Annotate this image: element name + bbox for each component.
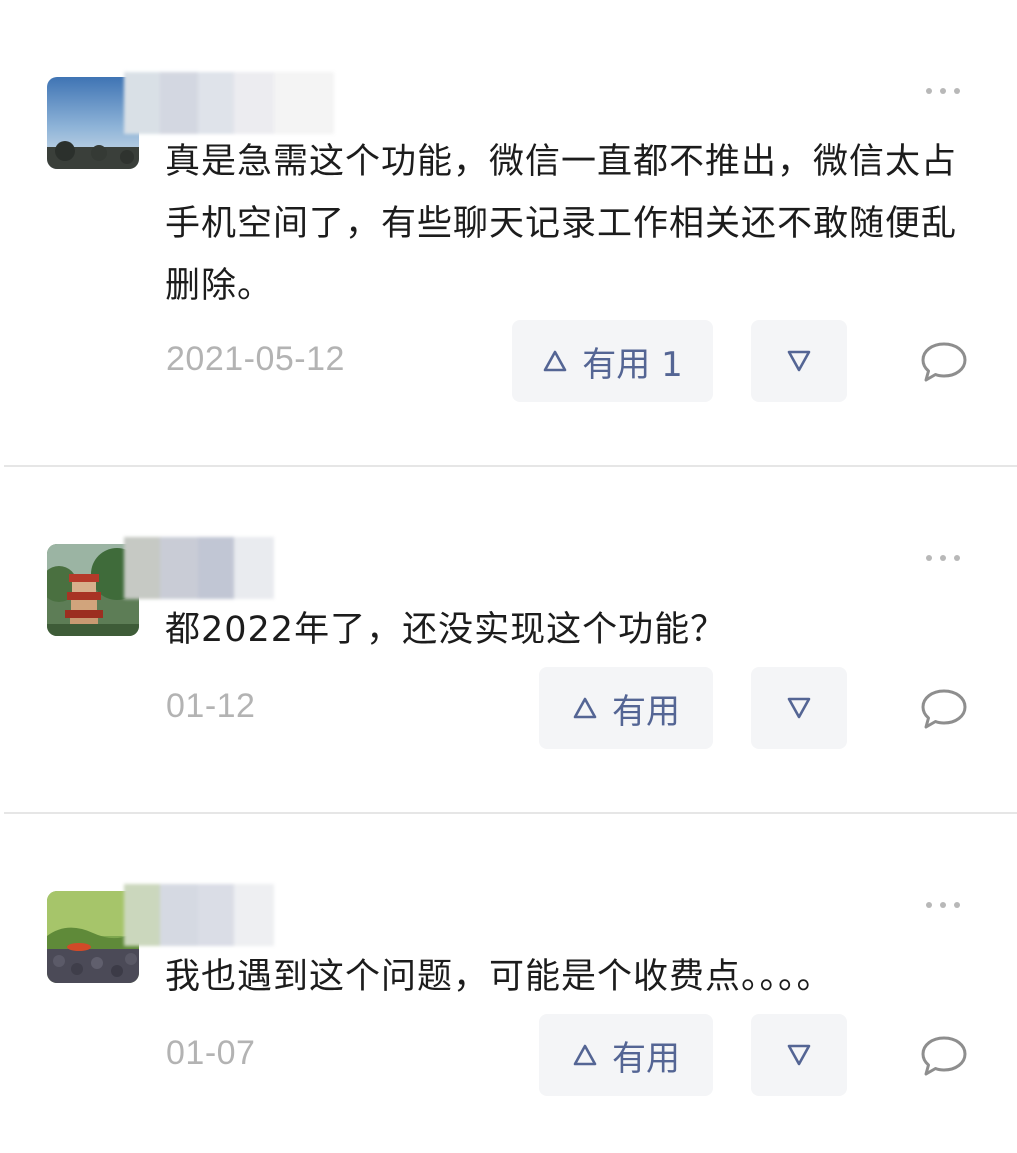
more-dots-icon[interactable] (926, 553, 960, 563)
useful-button[interactable]: 有用 (539, 1014, 713, 1096)
comment-item: 都2022年了，还没实现这个功能？ 01-12 有用 (0, 467, 1017, 813)
useful-button[interactable]: 有用 (539, 667, 713, 749)
comment-date: 01-07 (166, 1034, 256, 1072)
triangle-up-icon (543, 350, 567, 372)
useful-label: 有用 1 (582, 344, 683, 385)
comment-item: 我也遇到这个问题，可能是个收费点。。。。 01-07 有用 (0, 814, 1017, 1153)
triangle-down-icon (787, 1044, 811, 1066)
comment-bubble-icon[interactable] (920, 340, 968, 384)
triangle-down-icon (787, 350, 811, 372)
comment-text: 真是急需这个功能，微信一直都不推出，微信太占手机空间了，有些聊天记录工作相关还不… (165, 142, 958, 306)
comment-bubble-icon[interactable] (920, 687, 968, 731)
comment-text: 都2022年了，还没实现这个功能？ (165, 610, 727, 650)
downvote-button[interactable] (751, 320, 847, 402)
comment-date: 2021-05-12 (166, 340, 345, 378)
username-blurred (124, 72, 334, 134)
more-dots-icon[interactable] (926, 900, 960, 910)
triangle-down-icon (787, 697, 811, 719)
useful-label: 有用 (612, 1038, 680, 1079)
downvote-button[interactable] (751, 667, 847, 749)
downvote-button[interactable] (751, 1014, 847, 1096)
triangle-up-icon (573, 697, 597, 719)
username-blurred (124, 537, 314, 599)
useful-button[interactable]: 有用 1 (512, 320, 713, 402)
comment-bubble-icon[interactable] (920, 1034, 968, 1078)
triangle-up-icon (573, 1044, 597, 1066)
more-dots-icon[interactable] (926, 86, 960, 96)
comment-text: 我也遇到这个问题，可能是个收费点。。。。 (165, 957, 833, 997)
username-blurred (124, 884, 314, 946)
useful-label: 有用 (612, 691, 680, 732)
comment-item: 真是急需这个功能，微信一直都不推出，微信太占手机空间了，有些聊天记录工作相关还不… (0, 0, 1017, 466)
comment-date: 01-12 (166, 687, 256, 725)
